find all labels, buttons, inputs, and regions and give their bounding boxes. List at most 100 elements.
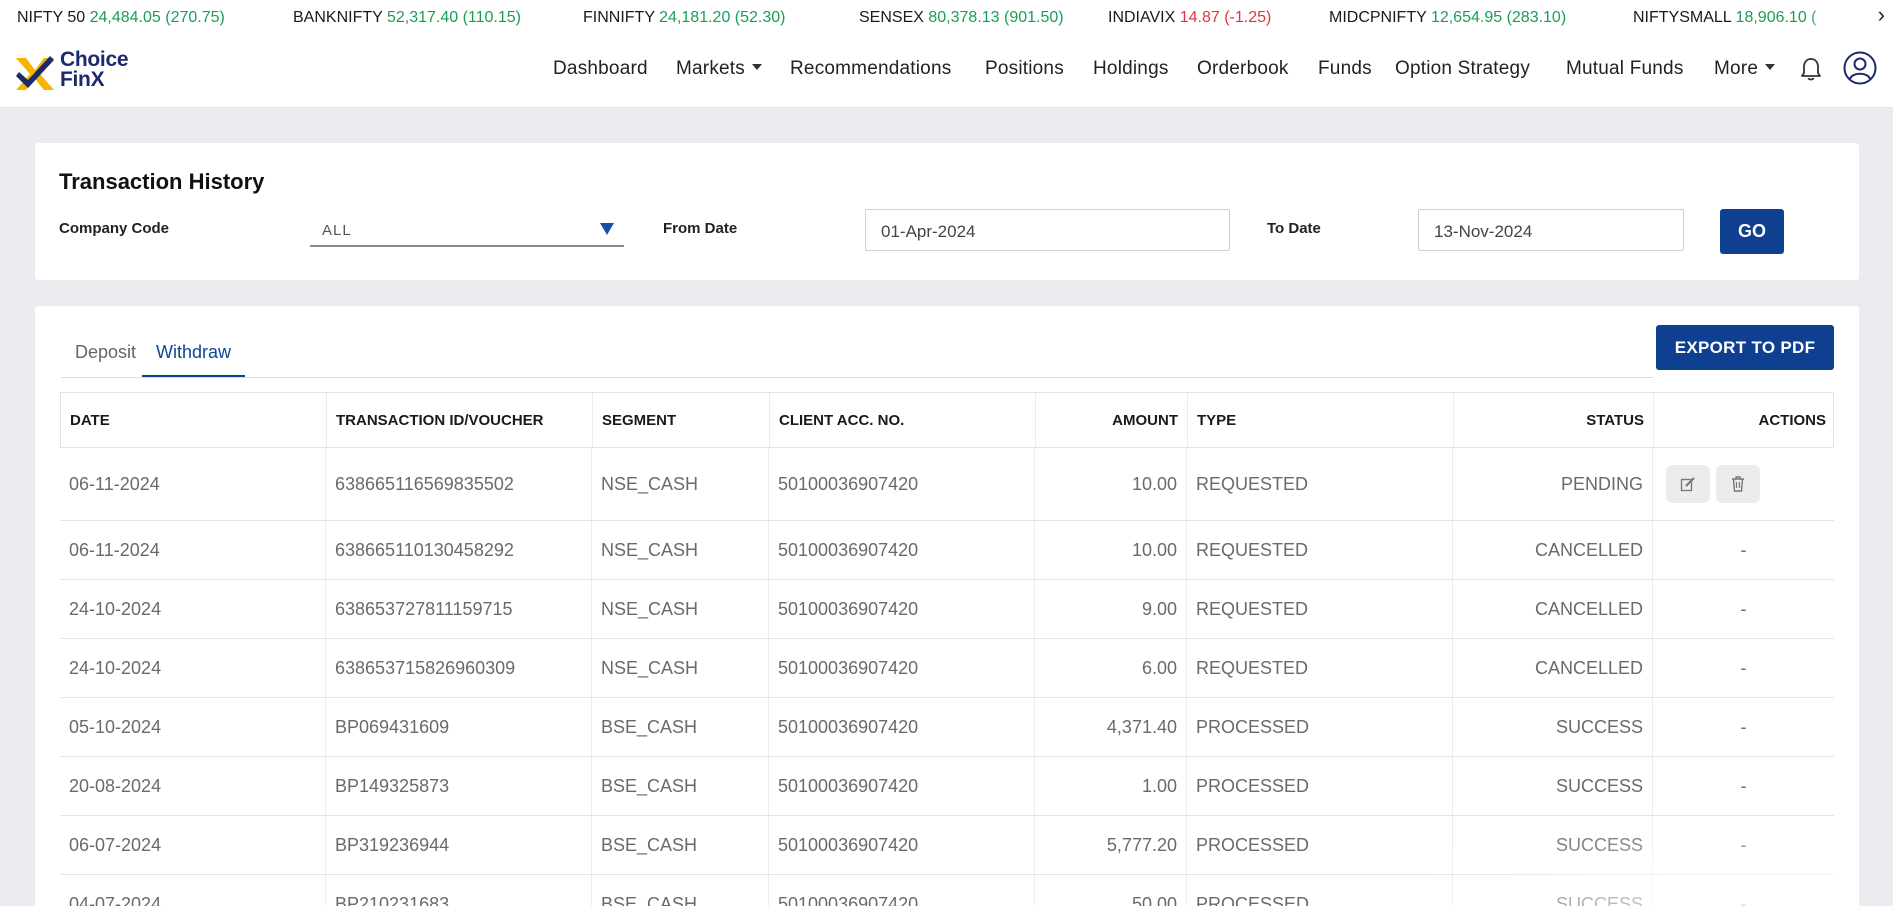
brand-logo[interactable]: Choice FinX: [14, 49, 138, 92]
cell-segment: BSE_CASH: [592, 875, 769, 906]
ticker-item[interactable]: MIDCPNIFTY 12,654.95 (283.10): [1329, 9, 1566, 27]
cell-txn: 638653727811159715: [326, 580, 592, 638]
cell-status: CANCELLED: [1453, 639, 1653, 697]
cell-client: 50100036907420: [769, 698, 1035, 756]
column-header-date[interactable]: DATE: [61, 393, 327, 447]
cell-amount: 10.00: [1035, 448, 1187, 520]
to-date-value: 13-Nov-2024: [1434, 222, 1533, 241]
cell-amount: 50.00: [1035, 875, 1187, 906]
nav-option-strategy[interactable]: Option Strategy: [1395, 58, 1530, 80]
cell-client: 50100036907420: [769, 639, 1035, 697]
table-header-row: DATE TRANSACTION ID/VOUCHER SEGMENT CLIE…: [60, 392, 1834, 448]
nav-recommendations[interactable]: Recommendations: [790, 58, 951, 80]
ticker-item[interactable]: NIFTYSMALL 18,906.10 (: [1633, 9, 1817, 27]
cell-actions: -: [1740, 598, 1747, 619]
table-row[interactable]: 24-10-2024 638653727811159715 NSE_CASH 5010…: [60, 580, 1834, 639]
chevron-down-icon: [1765, 63, 1776, 70]
to-date-input[interactable]: 13-Nov-2024: [1418, 209, 1684, 251]
tab-deposit[interactable]: Deposit: [61, 342, 150, 375]
top-header: Choice FinX Dashboard Markets Recommenda…: [0, 34, 1893, 108]
from-date-input[interactable]: 01-Apr-2024: [865, 209, 1230, 251]
nav-dashboard[interactable]: Dashboard: [553, 58, 648, 80]
nav-mutual-funds[interactable]: Mutual Funds: [1566, 58, 1684, 80]
ticker-item[interactable]: SENSEX 80,378.13 (901.50): [859, 9, 1064, 27]
cell-type: REQUESTED: [1187, 448, 1453, 520]
table-row[interactable]: 24-10-2024 638653715826960309 NSE_CASH 5010…: [60, 639, 1834, 698]
cell-txn: BP069431609: [326, 698, 592, 756]
go-button[interactable]: GO: [1720, 209, 1784, 254]
column-header-segment[interactable]: SEGMENT: [593, 393, 770, 447]
nav-funds[interactable]: Funds: [1318, 58, 1372, 80]
column-header-client-acc[interactable]: CLIENT ACC. NO.: [770, 393, 1036, 447]
cell-segment: BSE_CASH: [592, 816, 769, 874]
export-pdf-button[interactable]: EXPORT TO PDF: [1656, 325, 1834, 370]
cell-segment: NSE_CASH: [592, 448, 769, 520]
column-header-transaction-id[interactable]: TRANSACTION ID/VOUCHER: [327, 393, 593, 447]
column-header-type[interactable]: TYPE: [1188, 393, 1454, 447]
company-code-label: Company Code: [59, 220, 170, 237]
cell-client: 50100036907420: [769, 875, 1035, 906]
column-header-amount[interactable]: AMOUNT: [1036, 393, 1188, 447]
company-code-select[interactable]: ALL: [310, 211, 624, 247]
nav-more-label: More: [1714, 58, 1759, 79]
cell-status: CANCELLED: [1453, 521, 1653, 579]
edit-button[interactable]: [1666, 465, 1710, 503]
to-date-label: To Date: [1267, 220, 1321, 237]
edit-icon: [1680, 477, 1695, 492]
cell-txn: 638665110130458292: [326, 521, 592, 579]
table-row[interactable]: 06-07-2024 BP319236944 BSE_CASH 50100036907…: [60, 816, 1834, 875]
cell-date: 06-07-2024: [60, 816, 326, 874]
ticker-item[interactable]: NIFTY 50 24,484.05 (270.75): [17, 9, 225, 27]
ticker-value: 12,654.95 (283.10): [1430, 9, 1567, 26]
brand-name: Choice FinX: [60, 49, 129, 90]
bell-icon[interactable]: [1800, 56, 1822, 82]
cell-actions: -: [1740, 657, 1747, 678]
cell-txn: 638665116569835502: [326, 448, 592, 520]
table-row[interactable]: 05-10-2024 BP069431609 BSE_CASH 50100036907…: [60, 698, 1834, 757]
cell-date: 24-10-2024: [60, 639, 326, 697]
cell-status: SUCCESS: [1453, 757, 1653, 815]
cell-amount: 10.00: [1035, 521, 1187, 579]
cell-date: 06-11-2024: [60, 448, 326, 520]
table-row[interactable]: 20-08-2024 BP149325873 BSE_CASH 50100036907…: [60, 757, 1834, 816]
table-row[interactable]: 04-07-2024 BP210231683 BSE_CASH 50100036907…: [60, 875, 1834, 906]
ticker-item[interactable]: FINNIFTY 24,181.20 (52.30): [583, 9, 785, 27]
nav-more[interactable]: More: [1714, 58, 1776, 80]
nav-holdings[interactable]: Holdings: [1093, 58, 1169, 80]
ticker-name: SENSEX: [859, 9, 924, 26]
table-row[interactable]: 06-11-2024 638665110130458292 NSE_CASH 5010…: [60, 521, 1834, 580]
ticker-item[interactable]: INDIAVIX 14.87 (-1.25): [1108, 9, 1271, 27]
table-row[interactable]: 06-11-2024 638665116569835502 NSE_CASH 5010…: [60, 448, 1834, 521]
cell-status: SUCCESS: [1453, 698, 1653, 756]
ticker-next-icon[interactable]: ›: [1878, 2, 1885, 28]
tab-withdraw[interactable]: Withdraw: [142, 342, 246, 377]
dropdown-arrow-icon: [600, 223, 614, 235]
nav-positions[interactable]: Positions: [985, 58, 1064, 80]
nav-orderbook[interactable]: Orderbook: [1197, 58, 1289, 80]
cell-amount: 1.00: [1035, 757, 1187, 815]
cell-segment: BSE_CASH: [592, 698, 769, 756]
cell-status: CANCELLED: [1453, 580, 1653, 638]
cell-segment: NSE_CASH: [592, 580, 769, 638]
brand-logo-mark: [16, 56, 54, 90]
cell-amount: 4,371.40: [1035, 698, 1187, 756]
chevron-down-icon: [751, 63, 762, 70]
nav-markets[interactable]: Markets: [676, 58, 762, 80]
tab-bar: Deposit Withdraw: [61, 306, 1653, 378]
cell-status: SUCCESS: [1453, 875, 1653, 906]
trash-icon: [1732, 476, 1744, 492]
user-circle-icon[interactable]: [1843, 51, 1877, 85]
cell-status: PENDING: [1453, 448, 1653, 520]
cell-segment: NSE_CASH: [592, 521, 769, 579]
cell-date: 04-07-2024: [60, 875, 326, 906]
ticker-item[interactable]: BANKNIFTY 52,317.40 (110.15): [293, 9, 521, 27]
cell-txn: BP149325873: [326, 757, 592, 815]
column-header-status[interactable]: STATUS: [1454, 393, 1654, 447]
cell-type: REQUESTED: [1187, 521, 1453, 579]
page-title: Transaction History: [59, 169, 265, 194]
cell-date: 24-10-2024: [60, 580, 326, 638]
delete-button[interactable]: [1716, 465, 1760, 503]
ticker-name: MIDCPNIFTY: [1329, 9, 1427, 26]
cell-client: 50100036907420: [769, 580, 1035, 638]
ticker-name: NIFTYSMALL: [1633, 9, 1732, 26]
